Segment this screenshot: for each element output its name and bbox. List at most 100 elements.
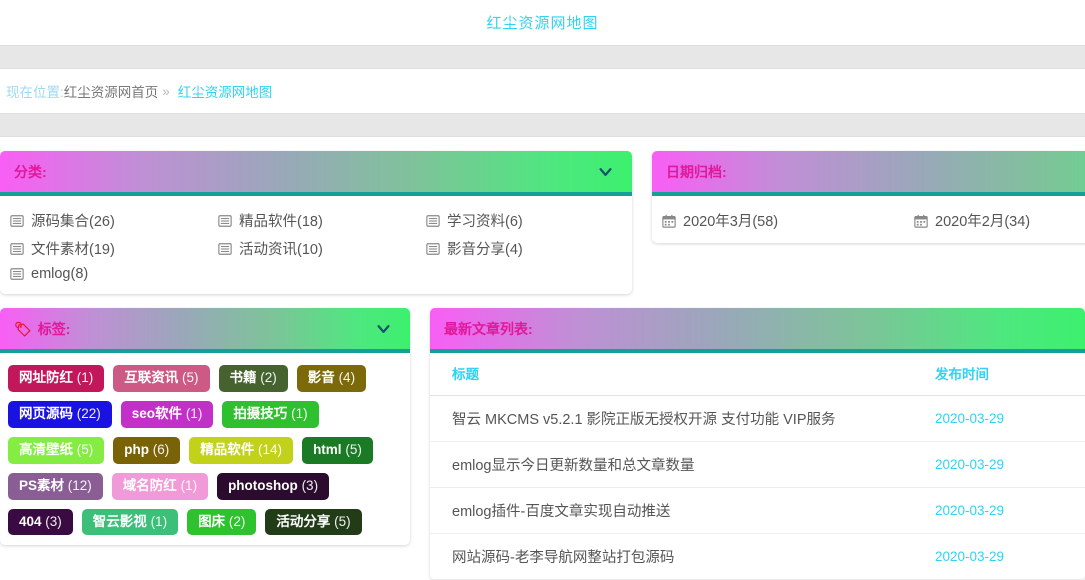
article-title[interactable]: 网站源码-老李导航网整站打包源码: [430, 534, 935, 580]
breadcrumb-divider-strip: [0, 113, 1085, 137]
tag-count: (3): [302, 478, 319, 493]
site-header: 红尘资源网地图: [0, 0, 1085, 45]
articles-table: 标题 发布时间 智云 MKCMS v5.2.1 影院正版无授权开源 支付功能 V…: [430, 353, 1085, 580]
category-item[interactable]: emlog(8): [10, 266, 218, 282]
categories-header[interactable]: 分类:: [0, 151, 632, 196]
list-icon: [10, 242, 24, 256]
column-header-title[interactable]: 标题: [430, 353, 935, 396]
list-icon: [218, 214, 232, 228]
tag-chip[interactable]: 影音 (4): [297, 365, 366, 392]
archive-item[interactable]: 2020年3月(58): [662, 210, 914, 231]
archive-panel: 日期归档: 2020年3月(58) 2020年2月(34): [652, 151, 1085, 243]
column-header-date[interactable]: 发布时间: [935, 353, 1085, 396]
article-title[interactable]: 智云 MKCMS v5.2.1 影院正版无授权开源 支付功能 VIP服务: [430, 396, 935, 442]
archive-heading: 日期归档:: [666, 162, 727, 182]
category-label: emlog(8): [31, 266, 88, 282]
categories-panel-wrap: 分类: 源码集合(26) 精品软件(18): [0, 151, 632, 294]
categories-body: 源码集合(26) 精品软件(18) 学习资料(6) 文件素材(19): [0, 196, 632, 294]
article-title[interactable]: emlog显示今日更新数量和总文章数量: [430, 442, 935, 488]
category-item[interactable]: 活动资讯(10): [218, 238, 426, 259]
article-date: 2020-03-29: [935, 442, 1085, 488]
tag-chip[interactable]: 精品软件 (14): [189, 437, 293, 464]
tag-label: 高清壁纸: [19, 442, 73, 457]
tag-count: (1): [186, 406, 203, 421]
tag-count: (12): [68, 478, 92, 493]
tag-chip[interactable]: 404 (3): [8, 509, 73, 536]
tag-chip[interactable]: photoshop (3): [217, 473, 329, 500]
tag-label: photoshop: [228, 478, 298, 493]
tag-chip[interactable]: html (5): [302, 437, 373, 464]
tag-label: 影音: [308, 370, 335, 385]
archive-item[interactable]: 2020年2月(34): [914, 210, 1085, 231]
breadcrumb-label: 现在位置:: [6, 81, 64, 101]
chevron-down-icon[interactable]: [375, 320, 392, 337]
tag-label: html: [313, 442, 342, 457]
tags-header[interactable]: 🏷 标签:: [0, 308, 410, 353]
tag-chip[interactable]: 高清壁纸 (5): [8, 437, 104, 464]
archive-list: 2020年3月(58) 2020年2月(34): [662, 210, 1085, 231]
category-label: 活动资讯(10): [239, 238, 323, 259]
category-item[interactable]: 学习资料(6): [426, 210, 622, 231]
list-icon: [218, 242, 232, 256]
tag-count: (5): [345, 442, 362, 457]
tag-count: (1): [77, 370, 94, 385]
tag-count: (5): [182, 370, 199, 385]
list-icon: [426, 242, 440, 256]
tag-chip[interactable]: 网址防红 (1): [8, 365, 104, 392]
category-item[interactable]: 源码集合(26): [10, 210, 218, 231]
breadcrumb-home-link[interactable]: 红尘资源网首页: [64, 81, 159, 101]
top-section: 分类: 源码集合(26) 精品软件(18): [0, 137, 1085, 294]
tag-label: 精品软件: [200, 442, 254, 457]
list-icon: [10, 214, 24, 228]
tag-chip[interactable]: php (6): [113, 437, 180, 464]
chevron-down-icon[interactable]: [597, 163, 614, 180]
tags-panel-wrap: 🏷 标签: 网址防红 (1) 互联资讯 (5) 书籍 (2) 影音 (4) 网页源码 (…: [0, 308, 410, 545]
table-row[interactable]: 网站源码-老李导航网整站打包源码2020-03-29: [430, 534, 1085, 580]
articles-header[interactable]: 最新文章列表:: [430, 308, 1085, 353]
tag-label: 活动分享: [276, 514, 330, 529]
archive-header[interactable]: 日期归档:: [652, 151, 1085, 196]
table-row[interactable]: emlog插件-百度文章实现自动推送2020-03-29: [430, 488, 1085, 534]
tag-chip[interactable]: 活动分享 (5): [265, 509, 361, 536]
tags-heading: 标签:: [38, 319, 71, 339]
tag-chip[interactable]: 智云影视 (1): [82, 509, 178, 536]
tag-label: 网页源码: [19, 406, 73, 421]
tag-count: (1): [151, 514, 168, 529]
tag-chip[interactable]: 书籍 (2): [219, 365, 288, 392]
tags-heading-wrap: 🏷 标签:: [14, 319, 70, 339]
tag-count: (1): [181, 478, 198, 493]
category-label: 源码集合(26): [31, 210, 115, 231]
calendar-icon: [914, 214, 928, 228]
tag-chip[interactable]: 网页源码 (22): [8, 401, 112, 428]
tag-count: (5): [334, 514, 351, 529]
tag-label: 拍摄技巧: [233, 406, 287, 421]
article-date: 2020-03-29: [935, 534, 1085, 580]
breadcrumb-current[interactable]: 红尘资源网地图: [178, 81, 273, 101]
table-row[interactable]: emlog显示今日更新数量和总文章数量2020-03-29: [430, 442, 1085, 488]
tag-count: (22): [77, 406, 101, 421]
category-item[interactable]: 精品软件(18): [218, 210, 426, 231]
article-date: 2020-03-29: [935, 396, 1085, 442]
archive-panel-wrap: 日期归档: 2020年3月(58) 2020年2月(34): [652, 151, 1085, 243]
tag-count: (14): [258, 442, 282, 457]
list-icon: [426, 214, 440, 228]
articles-panel-wrap: 最新文章列表: 标题 发布时间 智云 MKCMS v5.2.1 影院正版无授权开…: [430, 308, 1085, 580]
calendar-icon: [662, 214, 676, 228]
articles-heading: 最新文章列表:: [444, 319, 533, 339]
article-title[interactable]: emlog插件-百度文章实现自动推送: [430, 488, 935, 534]
page-title: 红尘资源网地图: [486, 12, 598, 33]
table-row[interactable]: 智云 MKCMS v5.2.1 影院正版无授权开源 支付功能 VIP服务2020…: [430, 396, 1085, 442]
tag-chip[interactable]: 拍摄技巧 (1): [222, 401, 318, 428]
tag-chip[interactable]: 域名防红 (1): [112, 473, 208, 500]
tag-chip[interactable]: 互联资讯 (5): [113, 365, 209, 392]
tag-chip[interactable]: 图床 (2): [187, 509, 256, 536]
tag-label: 智云影视: [93, 514, 147, 529]
tag-chip[interactable]: PS素材 (12): [8, 473, 103, 500]
category-item[interactable]: 文件素材(19): [10, 238, 218, 259]
tag-chip[interactable]: seo软件 (1): [121, 401, 214, 428]
tag-count: (1): [291, 406, 308, 421]
category-item[interactable]: 影音分享(4): [426, 238, 622, 259]
categories-heading: 分类:: [14, 162, 47, 182]
breadcrumb-separator: »: [162, 84, 170, 99]
tags-panel: 🏷 标签: 网址防红 (1) 互联资讯 (5) 书籍 (2) 影音 (4) 网页源码 (…: [0, 308, 410, 545]
